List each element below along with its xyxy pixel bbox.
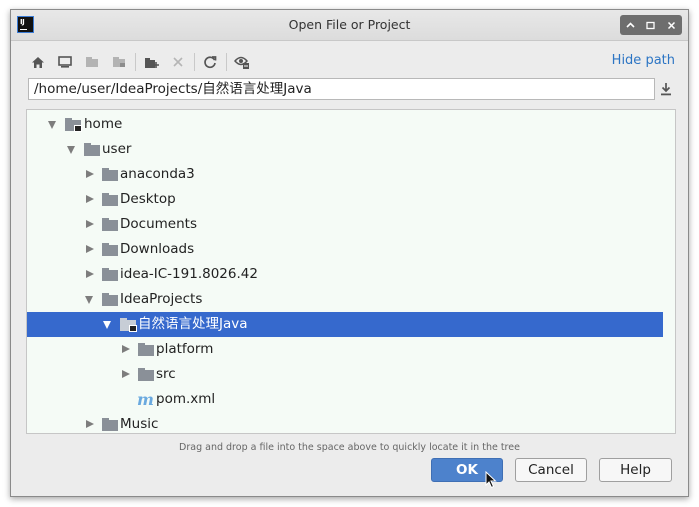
- show-hidden-icon[interactable]: [231, 51, 253, 73]
- toolbar-separator: [135, 53, 136, 71]
- toolbar: [27, 51, 258, 73]
- tree-item-label: 自然语言处理Java: [138, 316, 248, 332]
- collapse-arrow-icon[interactable]: [86, 220, 94, 228]
- path-input[interactable]: /home/user/IdeaProjects/自然语言处理Java: [28, 78, 655, 100]
- cancel-button[interactable]: Cancel: [515, 458, 587, 482]
- tree-item-selected-project[interactable]: 自然语言处理Java: [27, 312, 663, 337]
- folder-icon: [102, 218, 118, 231]
- home-folder-icon: [65, 118, 82, 132]
- tree-item-label: idea-IC-191.8026.42: [120, 266, 258, 282]
- tree-item-idea-ic[interactable]: idea-IC-191.8026.42: [27, 262, 663, 287]
- tree-item-label: platform: [156, 341, 214, 357]
- collapse-arrow-icon[interactable]: [86, 245, 94, 253]
- tree-item-label: pom.xml: [156, 391, 216, 407]
- tree-item-label: user: [102, 141, 132, 157]
- maximize-arrow-icon[interactable]: [621, 16, 639, 34]
- tree-item-label: Documents: [120, 216, 197, 232]
- close-icon[interactable]: [663, 16, 681, 34]
- help-button[interactable]: Help: [599, 458, 672, 482]
- folder-icon: [102, 293, 118, 306]
- tree-item-ideaprojects[interactable]: IdeaProjects: [27, 287, 663, 312]
- tree-item-documents[interactable]: Documents: [27, 212, 663, 237]
- mouse-cursor-icon: [485, 470, 497, 489]
- toolbar-separator: [226, 53, 227, 71]
- hide-path-link[interactable]: Hide path: [612, 53, 675, 68]
- title-bar: IJ Open File or Project: [11, 10, 688, 41]
- tree-item-src[interactable]: src: [27, 362, 663, 387]
- restore-icon[interactable]: [642, 16, 660, 34]
- tree-item-downloads[interactable]: Downloads: [27, 237, 663, 262]
- refresh-icon[interactable]: [199, 51, 221, 73]
- tree-item-label: home: [84, 116, 123, 132]
- expand-arrow-icon[interactable]: [103, 321, 111, 329]
- desktop-icon[interactable]: [54, 51, 76, 73]
- collapse-arrow-icon[interactable]: [86, 195, 94, 203]
- folder-icon: [102, 268, 118, 281]
- tree-item-label: Downloads: [120, 241, 195, 257]
- collapse-arrow-icon[interactable]: [86, 420, 94, 428]
- folder-icon: [102, 243, 118, 256]
- download-icon[interactable]: [659, 81, 675, 97]
- folder-icon: [84, 143, 100, 156]
- tree-item-label: IdeaProjects: [120, 291, 203, 307]
- tree-item-desktop[interactable]: Desktop: [27, 187, 663, 212]
- toolbar-separator: [194, 53, 195, 71]
- collapse-arrow-icon[interactable]: [122, 345, 130, 353]
- project-icon[interactable]: [81, 51, 103, 73]
- home-icon[interactable]: [27, 51, 49, 73]
- drag-drop-hint: Drag and drop a file into the space abov…: [179, 442, 520, 453]
- module-icon[interactable]: [108, 51, 130, 73]
- folder-icon: [138, 343, 154, 356]
- tree-item-label: anaconda3: [120, 166, 195, 182]
- maven-file-icon: m: [137, 390, 154, 409]
- new-folder-icon[interactable]: [140, 51, 162, 73]
- delete-icon[interactable]: [167, 51, 189, 73]
- tree-item-home[interactable]: home: [27, 112, 663, 137]
- open-file-dialog: IJ Open File or Project Hide path /home/…: [10, 9, 689, 497]
- tree-item-user[interactable]: user: [27, 137, 663, 162]
- collapse-arrow-icon[interactable]: [122, 370, 130, 378]
- folder-icon: [102, 418, 118, 431]
- folder-icon: [102, 168, 118, 181]
- tree-item-label: Desktop: [120, 191, 176, 207]
- window-controls: [620, 15, 682, 35]
- expand-arrow-icon[interactable]: [48, 121, 56, 129]
- collapse-arrow-icon[interactable]: [86, 270, 94, 278]
- folder-icon: [102, 193, 118, 206]
- project-folder-icon: [120, 318, 137, 332]
- tree-item-anaconda3[interactable]: anaconda3: [27, 162, 663, 187]
- file-tree[interactable]: home user anaconda3 Desktop Documents Do…: [26, 109, 676, 434]
- expand-arrow-icon[interactable]: [85, 296, 93, 304]
- expand-arrow-icon[interactable]: [67, 146, 75, 154]
- folder-icon: [138, 368, 154, 381]
- tree-item-music[interactable]: Music: [27, 412, 663, 433]
- tree-item-label: Music: [120, 416, 159, 432]
- tree-item-platform[interactable]: platform: [27, 337, 663, 362]
- window-title: Open File or Project: [288, 17, 411, 32]
- tree-item-pom-xml[interactable]: m pom.xml: [27, 387, 663, 412]
- tree-item-label: src: [156, 366, 176, 382]
- collapse-arrow-icon[interactable]: [86, 170, 94, 178]
